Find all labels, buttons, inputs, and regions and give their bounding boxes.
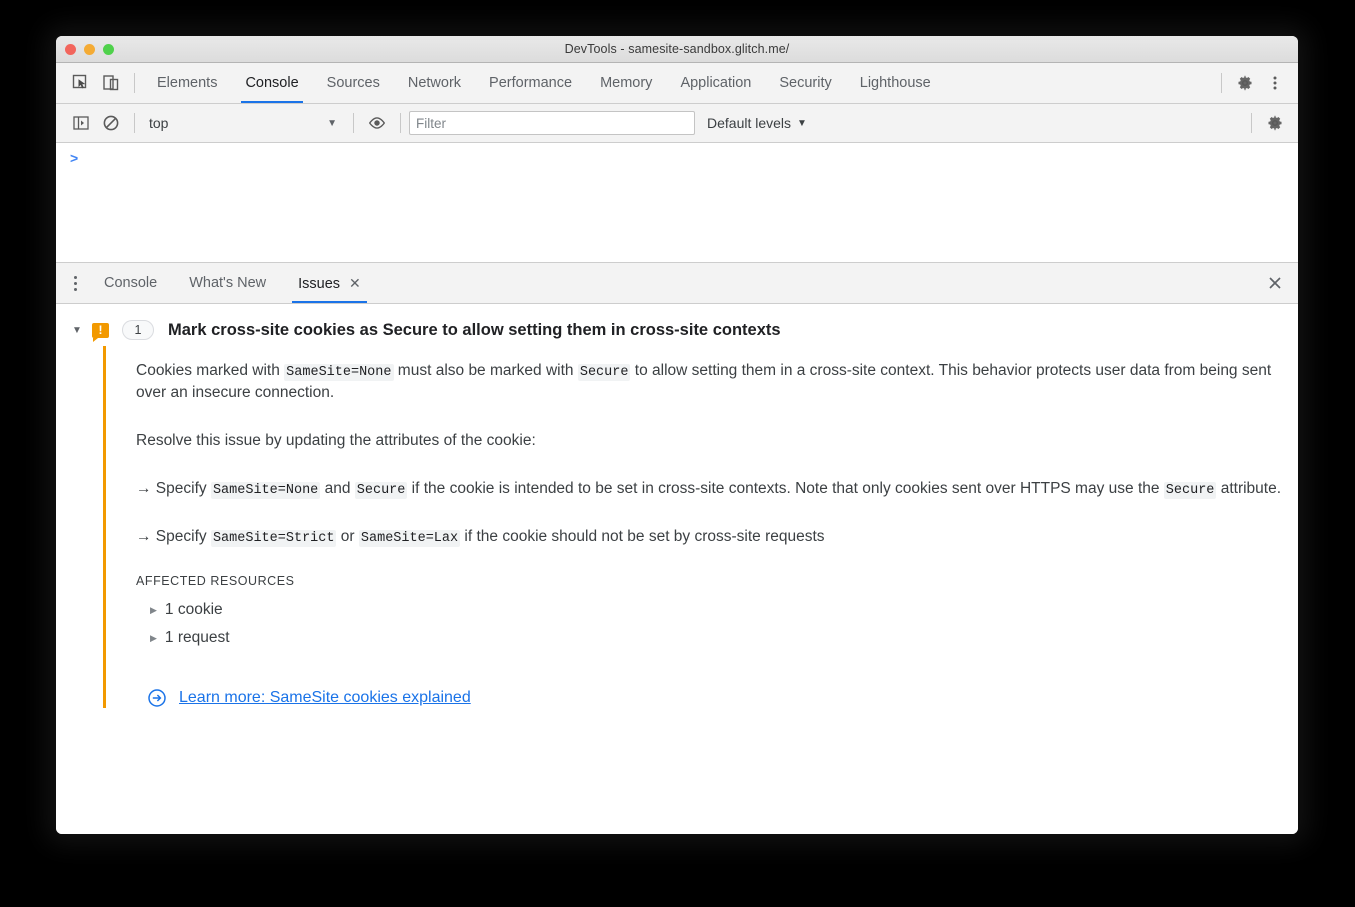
chevron-down-icon: ▼ [797,117,807,129]
drawer-tabbar: Console What's New Issues ✕ [56,263,1298,304]
device-toolbar-icon[interactable] [96,69,126,97]
console-prompt-chevron: > [70,150,79,166]
issue-title: Mark cross-site cookies as Secure to all… [168,320,781,339]
drawer-tab-issues-label: Issues [298,276,341,292]
close-icon[interactable]: ✕ [349,275,361,291]
bullet2-part-1: Specify [151,528,211,546]
issue-resolve-paragraph: Resolve this issue by updating the attri… [136,432,536,450]
bullet1-part-2: and [320,480,355,498]
drawer-tab-whats-new[interactable]: What's New [173,263,282,303]
minimize-window-button[interactable] [84,44,95,55]
tab-security[interactable]: Security [765,63,845,103]
gear-icon[interactable] [1230,69,1260,97]
clear-console-icon[interactable] [96,109,126,137]
filter-input[interactable] [409,111,695,135]
code-secure-2: Secure [1163,482,1217,500]
issues-panel: ▼ ! 1 Mark cross-site cookies as Secure … [56,304,1298,834]
learn-more-link[interactable]: Learn more: SameSite cookies explained [179,689,471,707]
tab-lighthouse[interactable]: Lighthouse [846,63,945,103]
warning-exclamation-glyph: ! [98,322,103,337]
issue-bullet-1: → Specify SameSite=None and Secure if th… [136,478,1288,500]
devtools-window: DevTools - samesite-sandbox.glitch.me/ E… [56,36,1298,834]
screen-background: DevTools - samesite-sandbox.glitch.me/ E… [0,0,1355,907]
code-samesite-none: SameSite=None [210,482,321,500]
bullet2-part-2: or [336,528,359,546]
drawer-tab-issues[interactable]: Issues ✕ [282,263,377,303]
affected-resource-request-label: 1 request [164,629,230,647]
window-traffic-lights[interactable] [65,44,114,55]
issue-count-badge: 1 [122,320,154,340]
expand-triangle-icon: ▶ [150,604,157,615]
console-toolbar: top ▼ Default levels ▼ [56,104,1298,143]
window-titlebar: DevTools - samesite-sandbox.glitch.me/ [56,36,1298,63]
desc-part-2: must also be marked with [393,362,578,379]
drawer-tab-console[interactable]: Console [88,263,173,303]
arrow-right-icon: → [136,528,152,546]
toolbar-divider [134,73,135,93]
maximize-window-button[interactable] [103,44,114,55]
execution-context-value: top [149,115,169,131]
close-window-button[interactable] [65,44,76,55]
issue-description-paragraph: Cookies marked with SameSite=None must a… [136,360,1288,404]
tab-sources[interactable]: Sources [313,63,394,103]
code-secure: Secure [354,482,408,500]
issue-header-row[interactable]: ▼ ! 1 Mark cross-site cookies as Secure … [56,314,1298,346]
affected-resources-label: AFFECTED RESOURCES [136,574,295,589]
desc-part-1: Cookies marked with [136,362,285,379]
console-sidebar-icon[interactable] [66,109,96,137]
bullet2-part-3: if the cookie should not be set by cross… [460,528,825,546]
console-toolbar-divider-1 [134,113,135,133]
code-samesite-none: SameSite=None [284,364,394,381]
affected-resource-cookie[interactable]: ▶ 1 cookie [136,596,1288,624]
console-toolbar-divider-2 [353,113,354,133]
tab-memory[interactable]: Memory [586,63,666,103]
log-levels-value: Default levels [707,115,792,131]
devtools-main-tabbar: Elements Console Sources Network Perform… [56,63,1298,104]
issue-body: Cookies marked with SameSite=None must a… [103,346,1288,709]
expand-triangle-icon: ▶ [150,632,157,643]
external-link-circle-arrow-icon [147,688,167,708]
code-secure: Secure [577,364,631,381]
console-toolbar-divider-4 [1251,113,1252,133]
inspect-cursor-icon[interactable] [66,69,96,97]
toolbar-divider-right [1221,73,1222,93]
code-samesite-strict: SameSite=Strict [210,530,337,548]
tab-performance[interactable]: Performance [475,63,586,103]
console-toolbar-divider-3 [400,113,401,133]
issue-disclosure-triangle-icon[interactable]: ▼ [68,325,86,336]
bullet1-part-4: attribute. [1216,480,1282,498]
execution-context-selector[interactable]: top ▼ [143,115,345,131]
tab-application[interactable]: Application [666,63,765,103]
window-title: DevTools - samesite-sandbox.glitch.me/ [564,42,790,56]
code-samesite-lax: SameSite=Lax [358,530,461,548]
warning-badge-icon: ! [92,322,109,342]
bullet1-part-1: Specify [151,480,211,498]
live-expression-eye-icon[interactable] [362,109,392,137]
learn-more-row[interactable]: Learn more: SameSite cookies explained [136,688,1288,708]
drawer-more-vertical-dots-icon[interactable] [64,275,86,291]
console-output-area[interactable]: > [56,143,1298,263]
affected-resource-request[interactable]: ▶ 1 request [136,624,1288,652]
vertical-dots-icon[interactable] [1260,69,1290,97]
tab-network[interactable]: Network [394,63,475,103]
bullet1-part-3: if the cookie is intended to be set in c… [407,480,1164,498]
gear-icon[interactable] [1260,109,1290,137]
affected-resource-cookie-label: 1 cookie [164,601,223,619]
arrow-right-icon: → [136,480,152,498]
log-levels-selector[interactable]: Default levels ▼ [707,115,807,131]
tab-console[interactable]: Console [231,63,312,103]
tab-elements[interactable]: Elements [143,63,231,103]
chevron-down-icon: ▼ [327,117,337,129]
issue-bullet-2: → Specify SameSite=Strict or SameSite=La… [136,526,1288,548]
close-drawer-icon[interactable] [1260,269,1290,297]
